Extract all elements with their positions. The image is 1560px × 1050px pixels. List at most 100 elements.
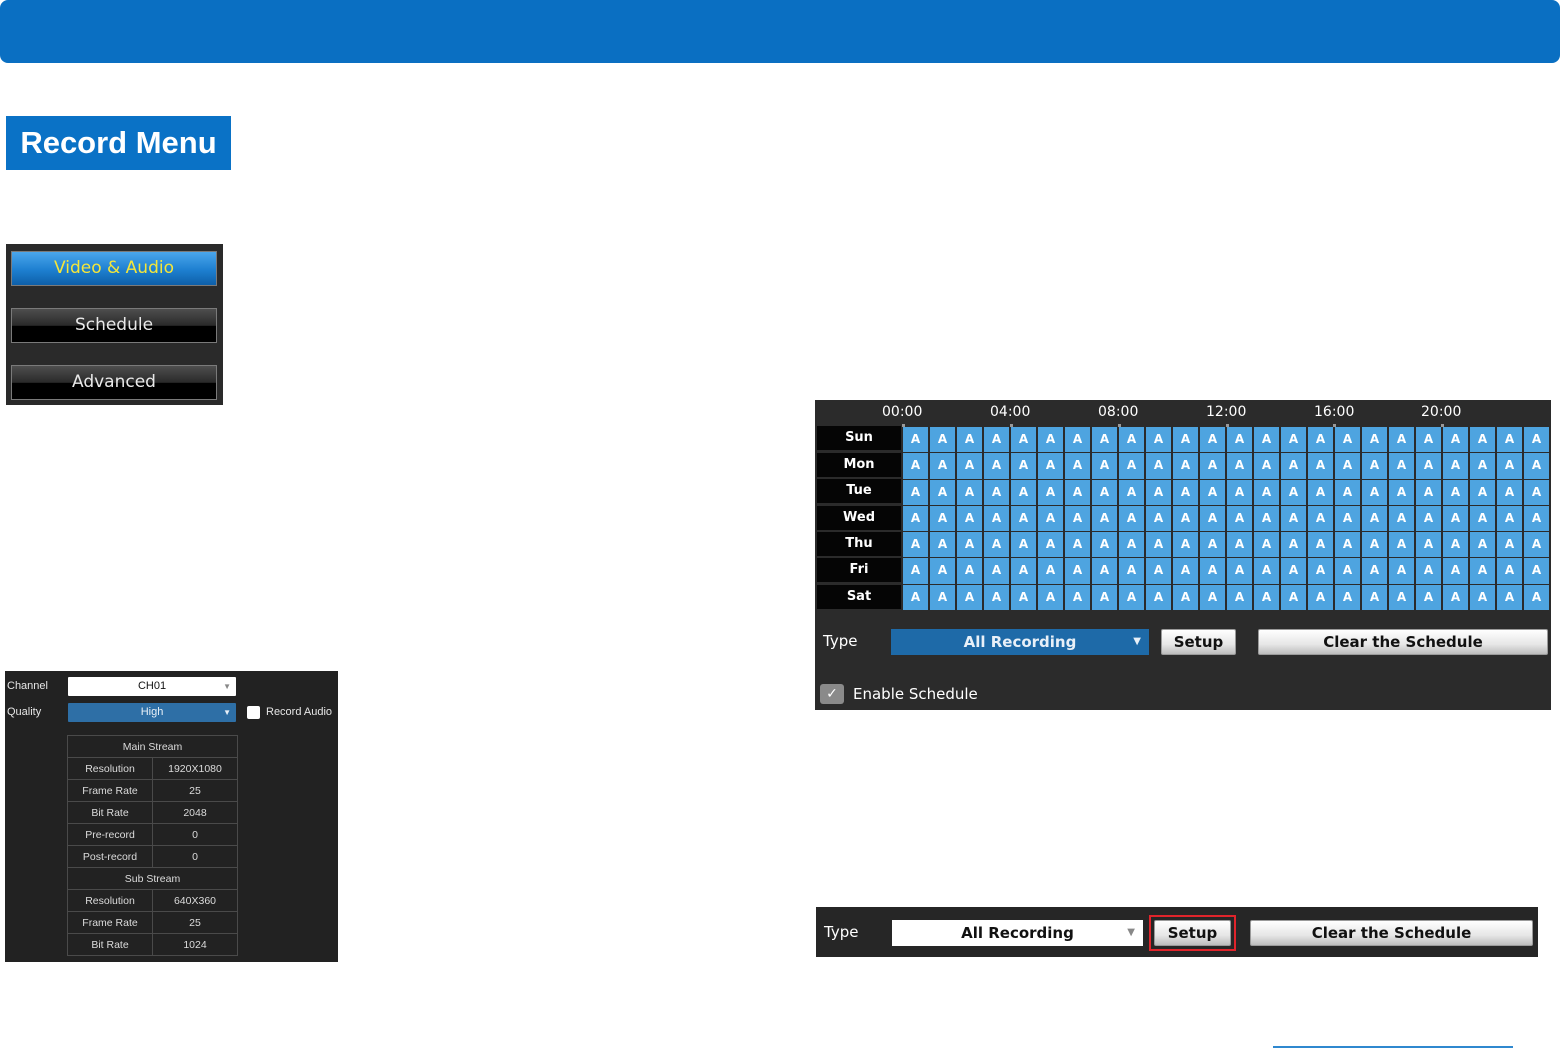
schedule-cell[interactable]: A	[1362, 584, 1387, 610]
schedule-cell[interactable]: A	[1065, 453, 1090, 479]
row-value[interactable]: 25	[152, 779, 238, 802]
schedule-cell[interactable]: A	[1173, 479, 1198, 505]
schedule-cell[interactable]: A	[1362, 558, 1387, 584]
schedule-cell[interactable]: A	[1362, 505, 1387, 532]
schedule-cell[interactable]: A	[1281, 584, 1306, 610]
schedule-cell[interactable]: A	[1362, 427, 1387, 453]
schedule-cell[interactable]: A	[1281, 453, 1306, 479]
schedule-cell[interactable]: A	[1470, 479, 1495, 505]
schedule-cell[interactable]: A	[1308, 532, 1333, 558]
schedule-cell[interactable]: A	[1416, 427, 1441, 453]
schedule-cell[interactable]: A	[1173, 558, 1198, 584]
clear-schedule-button[interactable]: Clear the Schedule	[1258, 629, 1548, 655]
schedule-cell[interactable]: A	[984, 479, 1009, 505]
schedule-cell[interactable]: A	[1389, 479, 1414, 505]
schedule-cell[interactable]: A	[1308, 427, 1333, 453]
schedule-cell[interactable]: A	[903, 505, 928, 532]
schedule-cell[interactable]: A	[1254, 505, 1279, 532]
schedule-cell[interactable]: A	[1146, 427, 1171, 453]
schedule-cell[interactable]: A	[930, 532, 955, 558]
schedule-cell[interactable]: A	[1092, 584, 1117, 610]
row-value[interactable]: 1920X1080	[152, 757, 238, 780]
schedule-cell[interactable]: A	[1416, 505, 1441, 532]
schedule-cell[interactable]: A	[1497, 584, 1522, 610]
schedule-cell[interactable]: A	[1281, 532, 1306, 558]
row-value[interactable]: 25	[152, 911, 238, 934]
schedule-cell[interactable]: A	[1524, 479, 1549, 505]
schedule-cell[interactable]: A	[1470, 558, 1495, 584]
schedule-cell[interactable]: A	[1038, 532, 1063, 558]
schedule-cell[interactable]: A	[1254, 453, 1279, 479]
schedule-cell[interactable]: A	[1281, 479, 1306, 505]
schedule-cell[interactable]: A	[1308, 558, 1333, 584]
schedule-cell[interactable]: A	[1335, 584, 1360, 610]
clear-schedule-button[interactable]: Clear the Schedule	[1250, 920, 1533, 946]
schedule-cell[interactable]: A	[1335, 558, 1360, 584]
schedule-cell[interactable]: A	[1119, 505, 1144, 532]
schedule-cell[interactable]: A	[1389, 453, 1414, 479]
schedule-cell[interactable]: A	[930, 505, 955, 532]
record-audio-checkbox[interactable]	[247, 706, 260, 719]
schedule-cell[interactable]: A	[1416, 584, 1441, 610]
setup-button[interactable]: Setup	[1154, 920, 1231, 946]
schedule-cell[interactable]: A	[1011, 558, 1036, 584]
schedule-cell[interactable]: A	[984, 532, 1009, 558]
schedule-cell[interactable]: A	[1227, 532, 1252, 558]
schedule-cell[interactable]: A	[1065, 558, 1090, 584]
schedule-cell[interactable]: A	[1524, 453, 1549, 479]
schedule-cell[interactable]: A	[1416, 558, 1441, 584]
schedule-cell[interactable]: A	[1200, 427, 1225, 453]
schedule-cell[interactable]: A	[1362, 479, 1387, 505]
schedule-cell[interactable]: A	[1497, 453, 1522, 479]
schedule-cell[interactable]: A	[1470, 427, 1495, 453]
schedule-cell[interactable]: A	[1524, 427, 1549, 453]
schedule-cell[interactable]: A	[1038, 558, 1063, 584]
schedule-cell[interactable]: A	[1335, 505, 1360, 532]
schedule-cell[interactable]: A	[1011, 479, 1036, 505]
schedule-cell[interactable]: A	[1443, 532, 1468, 558]
schedule-cell[interactable]: A	[903, 427, 928, 453]
schedule-cell[interactable]: A	[984, 505, 1009, 532]
schedule-cell[interactable]: A	[1335, 532, 1360, 558]
schedule-cell[interactable]: A	[1173, 532, 1198, 558]
schedule-cell[interactable]: A	[1173, 584, 1198, 610]
schedule-cell[interactable]: A	[930, 479, 955, 505]
schedule-cell[interactable]: A	[1443, 505, 1468, 532]
schedule-cell[interactable]: A	[1389, 558, 1414, 584]
schedule-cell[interactable]: A	[1200, 584, 1225, 610]
schedule-cell[interactable]: A	[1470, 453, 1495, 479]
schedule-cell[interactable]: A	[1065, 532, 1090, 558]
schedule-cell[interactable]: A	[1092, 453, 1117, 479]
setup-button[interactable]: Setup	[1161, 629, 1236, 655]
schedule-cell[interactable]: A	[1227, 427, 1252, 453]
schedule-cell[interactable]: A	[1443, 427, 1468, 453]
schedule-cell[interactable]: A	[1470, 584, 1495, 610]
schedule-cell[interactable]: A	[903, 558, 928, 584]
schedule-cell[interactable]: A	[984, 453, 1009, 479]
row-value[interactable]: 640X360	[152, 889, 238, 912]
schedule-cell[interactable]: A	[1524, 558, 1549, 584]
schedule-cell[interactable]: A	[957, 453, 982, 479]
schedule-cell[interactable]: A	[1497, 427, 1522, 453]
menu-item-advanced[interactable]: Advanced	[11, 365, 217, 400]
schedule-cell[interactable]: A	[1281, 427, 1306, 453]
schedule-cell[interactable]: A	[930, 453, 955, 479]
schedule-cell[interactable]: A	[1497, 479, 1522, 505]
schedule-cell[interactable]: A	[1011, 584, 1036, 610]
schedule-cell[interactable]: A	[1308, 453, 1333, 479]
schedule-cell[interactable]: A	[1173, 427, 1198, 453]
schedule-cell[interactable]: A	[1119, 584, 1144, 610]
schedule-cell[interactable]: A	[1281, 558, 1306, 584]
schedule-cell[interactable]: A	[1200, 532, 1225, 558]
schedule-cell[interactable]: A	[1389, 505, 1414, 532]
schedule-cell[interactable]: A	[1146, 453, 1171, 479]
schedule-cell[interactable]: A	[1416, 532, 1441, 558]
schedule-cell[interactable]: A	[1470, 532, 1495, 558]
schedule-cell[interactable]: A	[1254, 427, 1279, 453]
schedule-cell[interactable]: A	[984, 427, 1009, 453]
schedule-cell[interactable]: A	[1038, 505, 1063, 532]
schedule-cell[interactable]: A	[1038, 584, 1063, 610]
schedule-cell[interactable]: A	[1038, 453, 1063, 479]
schedule-cell[interactable]: A	[1011, 505, 1036, 532]
type-select[interactable]: All Recording ▼	[892, 920, 1143, 946]
